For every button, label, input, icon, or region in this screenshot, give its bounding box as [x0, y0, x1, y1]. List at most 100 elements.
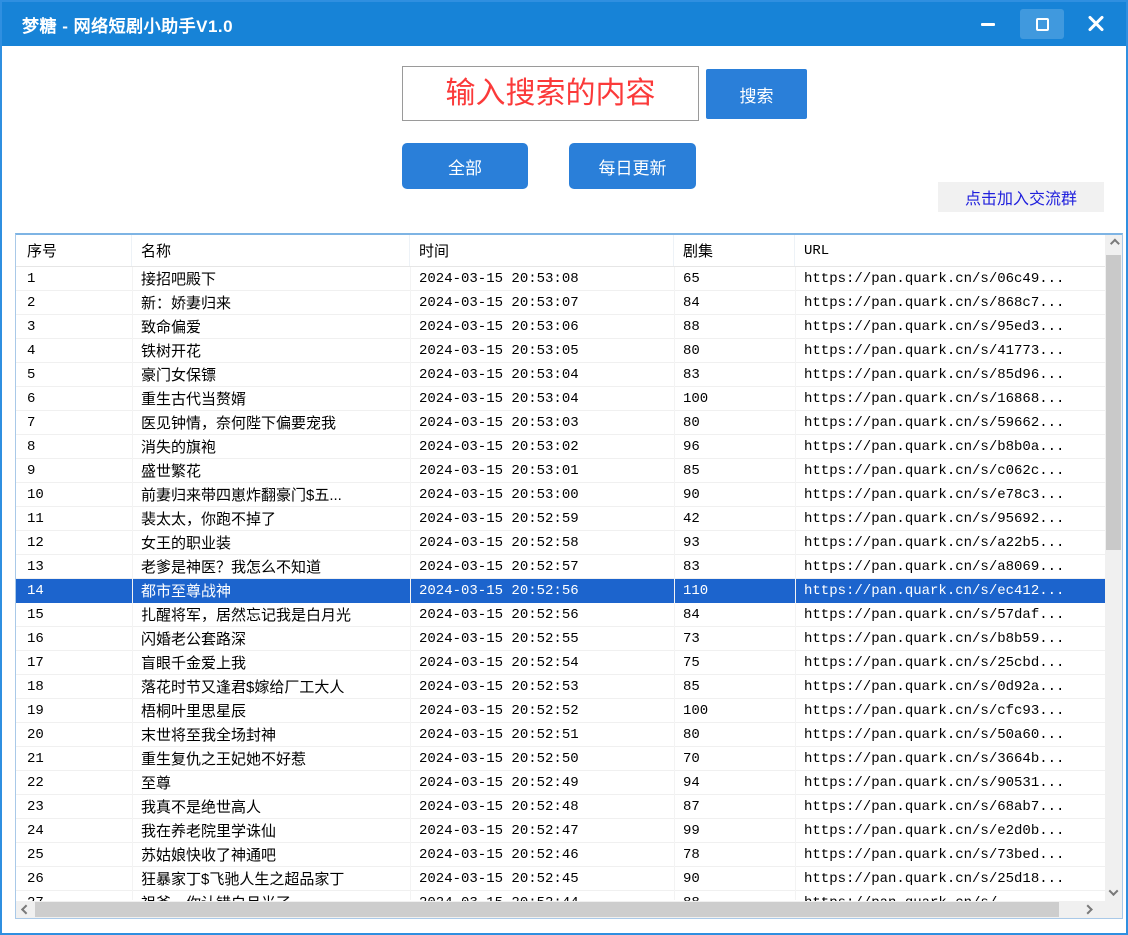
table-row[interactable]: 26 狂暴家丁$飞驰人生之超品家丁 2024-03-15 20:52:45 90…	[16, 867, 1105, 891]
table-row[interactable]: 5 豪门女保镖 2024-03-15 20:53:04 83 https://p…	[16, 363, 1105, 387]
row-no: 8	[16, 439, 132, 455]
row-url: https://pan.quark.cn/s/25cbd...	[795, 655, 1105, 671]
table-row[interactable]: 19 梧桐叶里思星辰 2024-03-15 20:52:52 100 https…	[16, 699, 1105, 723]
row-url: https://pan.quark.cn/s/41773...	[795, 343, 1105, 359]
header-name[interactable]: 名称	[132, 235, 410, 266]
header-url[interactable]: URL	[795, 235, 1105, 266]
header-no[interactable]: 序号	[16, 235, 132, 266]
minimize-button[interactable]	[966, 9, 1010, 39]
table-row[interactable]: 4 铁树开花 2024-03-15 20:53:05 80 https://pa…	[16, 339, 1105, 363]
table-row[interactable]: 3 致命偏爱 2024-03-15 20:53:06 88 https://pa…	[16, 315, 1105, 339]
scroll-down-button[interactable]	[1105, 884, 1122, 901]
scroll-right-button[interactable]	[1078, 901, 1095, 918]
table-row[interactable]: 20 末世将至我全场封神 2024-03-15 20:52:51 80 http…	[16, 723, 1105, 747]
minimize-icon	[981, 23, 995, 26]
row-episodes: 100	[674, 391, 795, 407]
row-episodes: 90	[674, 487, 795, 503]
row-name: 扎醒将军，居然忘记我是白月光	[132, 604, 410, 625]
row-episodes: 80	[674, 727, 795, 743]
table-row[interactable]: 21 重生复仇之王妃她不好惹 2024-03-15 20:52:50 70 ht…	[16, 747, 1105, 771]
table-row[interactable]: 7 医见钟情，奈何陛下偏要宠我 2024-03-15 20:53:03 80 h…	[16, 411, 1105, 435]
row-name: 豪门女保镖	[132, 364, 410, 385]
chevron-up-icon	[1110, 239, 1120, 249]
row-time: 2024-03-15 20:52:56	[410, 607, 674, 623]
row-no: 11	[16, 511, 132, 527]
table-row[interactable]: 2 新：娇妻归来 2024-03-15 20:53:07 84 https://…	[16, 291, 1105, 315]
row-episodes: 75	[674, 655, 795, 671]
header-episodes[interactable]: 剧集	[674, 235, 795, 266]
table-row[interactable]: 8 消失的旗袍 2024-03-15 20:53:02 96 https://p…	[16, 435, 1105, 459]
maximize-icon	[1036, 18, 1049, 31]
search-button[interactable]: 搜索	[706, 69, 807, 119]
table-row[interactable]: 10 前妻归来带四崽炸翻豪门$五... 2024-03-15 20:53:00 …	[16, 483, 1105, 507]
table-row[interactable]: 16 闪婚老公套路深 2024-03-15 20:52:55 73 https:…	[16, 627, 1105, 651]
row-time: 2024-03-15 20:53:03	[410, 415, 674, 431]
row-time: 2024-03-15 20:52:56	[410, 583, 674, 599]
row-url: https://pan.quark.cn/s/57daf...	[795, 607, 1105, 623]
row-time: 2024-03-15 20:52:48	[410, 799, 674, 815]
row-url: https://pan.quark.cn/s/ec412...	[795, 583, 1105, 599]
row-url: https://pan.quark.cn/s/85d96...	[795, 367, 1105, 383]
row-url: https://pan.quark.cn/s/868c7...	[795, 295, 1105, 311]
row-time: 2024-03-15 20:52:51	[410, 727, 674, 743]
chevron-down-icon	[1109, 886, 1119, 896]
close-button[interactable]	[1074, 9, 1118, 39]
table-row[interactable]: 13 老爹是神医？我怎么不知道 2024-03-15 20:52:57 83 h…	[16, 555, 1105, 579]
filter-all-button[interactable]: 全部	[402, 143, 528, 189]
horizontal-scroll-thumb[interactable]	[35, 902, 1059, 917]
join-group-link[interactable]: 点击加入交流群	[938, 182, 1104, 212]
row-url: https://pan.quark.cn/s/06c49...	[795, 271, 1105, 287]
table-row[interactable]: 24 我在养老院里学诛仙 2024-03-15 20:52:47 99 http…	[16, 819, 1105, 843]
row-url: https://pan.quark.cn/s/b8b0a...	[795, 439, 1105, 455]
row-name: 盛世繁花	[132, 460, 410, 481]
table-row[interactable]: 14 都市至尊战神 2024-03-15 20:52:56 110 https:…	[16, 579, 1105, 603]
table-row[interactable]: 22 至尊 2024-03-15 20:52:49 94 https://pan…	[16, 771, 1105, 795]
scroll-left-button[interactable]	[16, 901, 33, 918]
row-no: 2	[16, 295, 132, 311]
table-row[interactable]: 27 祖爷，你认错白月光了 2024-03-15 20:52:44 88 htt…	[16, 891, 1105, 901]
row-time: 2024-03-15 20:52:57	[410, 559, 674, 575]
maximize-button[interactable]	[1020, 9, 1064, 39]
row-name: 致命偏爱	[132, 316, 410, 337]
row-episodes: 93	[674, 535, 795, 551]
table-row[interactable]: 1 接招吧殿下 2024-03-15 20:53:08 65 https://p…	[16, 267, 1105, 291]
table-row[interactable]: 6 重生古代当赘婿 2024-03-15 20:53:04 100 https:…	[16, 387, 1105, 411]
search-input[interactable]	[402, 66, 699, 121]
table-row[interactable]: 23 我真不是绝世高人 2024-03-15 20:52:48 87 https…	[16, 795, 1105, 819]
table-row[interactable]: 12 女王的职业装 2024-03-15 20:52:58 93 https:/…	[16, 531, 1105, 555]
row-name: 前妻归来带四崽炸翻豪门$五...	[132, 484, 410, 505]
table-row[interactable]: 11 裴太太，你跑不掉了 2024-03-15 20:52:59 42 http…	[16, 507, 1105, 531]
row-url: https://pan.quark.cn/s/59662...	[795, 415, 1105, 431]
row-url: https://pan.quark.cn/s/95ed3...	[795, 319, 1105, 335]
row-episodes: 78	[674, 847, 795, 863]
row-time: 2024-03-15 20:52:53	[410, 679, 674, 695]
title-bar: 梦糖 - 网络短剧小助手V1.0	[2, 2, 1126, 46]
row-no: 9	[16, 463, 132, 479]
scroll-up-button[interactable]	[1105, 235, 1122, 252]
table-row[interactable]: 25 苏姑娘快收了神通吧 2024-03-15 20:52:46 78 http…	[16, 843, 1105, 867]
window-title: 梦糖 - 网络短剧小助手V1.0	[22, 12, 233, 37]
vertical-scrollbar[interactable]	[1105, 235, 1122, 901]
table-row[interactable]: 18 落花时节又逢君$嫁给厂工大人 2024-03-15 20:52:53 85…	[16, 675, 1105, 699]
row-episodes: 99	[674, 823, 795, 839]
row-episodes: 83	[674, 367, 795, 383]
filter-daily-update-button[interactable]: 每日更新	[569, 143, 696, 189]
table-header-row: 序号 名称 时间 剧集 URL	[16, 235, 1122, 267]
vertical-scroll-thumb[interactable]	[1106, 255, 1121, 550]
row-name: 重生复仇之王妃她不好惹	[132, 748, 410, 769]
row-no: 20	[16, 727, 132, 743]
row-no: 14	[16, 583, 132, 599]
row-no: 7	[16, 415, 132, 431]
table-row[interactable]: 9 盛世繁花 2024-03-15 20:53:01 85 https://pa…	[16, 459, 1105, 483]
table-row[interactable]: 17 盲眼千金爱上我 2024-03-15 20:52:54 75 https:…	[16, 651, 1105, 675]
horizontal-scrollbar[interactable]	[16, 901, 1105, 918]
row-name: 女王的职业装	[132, 532, 410, 553]
header-time[interactable]: 时间	[410, 235, 674, 266]
row-name: 苏姑娘快收了神通吧	[132, 844, 410, 865]
row-name: 狂暴家丁$飞驰人生之超品家丁	[132, 868, 410, 889]
row-url: https://pan.quark.cn/s/e78c3...	[795, 487, 1105, 503]
row-no: 4	[16, 343, 132, 359]
row-name: 盲眼千金爱上我	[132, 652, 410, 673]
row-episodes: 80	[674, 415, 795, 431]
table-row[interactable]: 15 扎醒将军，居然忘记我是白月光 2024-03-15 20:52:56 84…	[16, 603, 1105, 627]
